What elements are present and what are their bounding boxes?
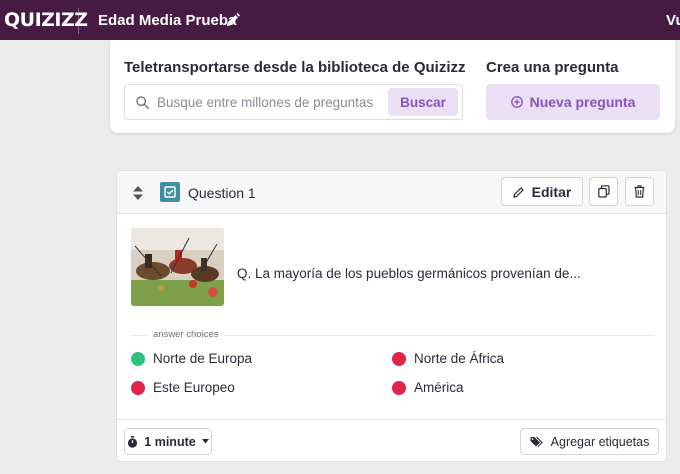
answer-option: América (392, 380, 464, 395)
pencil-icon (512, 186, 524, 198)
edit-label: Editar (531, 183, 572, 200)
answer-option-text: Norte de Europa (153, 351, 253, 366)
checkbox-icon (160, 182, 180, 202)
library-search-box: Buscar (124, 84, 463, 120)
divider (78, 8, 79, 34)
import-heading: Teletransportarse desde la biblioteca de… (124, 59, 466, 76)
time-limit-label: 1 minute (144, 434, 196, 449)
create-heading: Crea una pregunta (486, 59, 619, 76)
plus-circle-icon (510, 96, 523, 108)
question-text: Q. La mayoría de los pueblos germánicos … (237, 266, 581, 281)
add-tags-button[interactable]: Agregar etiquetas (520, 428, 659, 455)
quiz-title[interactable]: Edad Media Prueba (98, 12, 236, 29)
topbar-right-text[interactable]: Vu (666, 12, 680, 29)
stopwatch-icon (128, 435, 138, 448)
library-search-input[interactable] (157, 85, 382, 119)
answer-option: Norte de Europa (131, 351, 252, 366)
search-icon (136, 96, 149, 109)
new-question-label: Nueva pregunta (529, 94, 636, 110)
answer-option-text: América (414, 380, 464, 395)
question-image[interactable] (131, 228, 224, 306)
top-bar: QUIZIZZ Edad Media Prueba Vu (0, 0, 680, 40)
add-question-panel: Teletransportarse desde la biblioteca de… (110, 40, 675, 133)
time-limit-dropdown[interactable]: 1 minute (124, 428, 212, 455)
delete-button[interactable] (625, 177, 654, 206)
incorrect-indicator (131, 380, 145, 395)
caret-down-icon (201, 439, 209, 444)
incorrect-indicator (392, 351, 406, 366)
duplicate-button[interactable] (589, 177, 618, 206)
answer-option-text: Norte de África (414, 351, 505, 366)
answer-option: Norte de África (392, 351, 504, 366)
question-number-label: Question 1 (188, 185, 256, 201)
question-card-header: Question 1 Editar (117, 171, 666, 214)
answer-option-text: Este Europeo (153, 380, 235, 395)
tag-icon (530, 436, 543, 447)
add-tags-label: Agregar etiquetas (550, 434, 650, 449)
copy-icon (597, 185, 610, 198)
pencil-icon[interactable] (226, 13, 240, 27)
question-card-footer: 1 minute Agregar etiquetas (117, 419, 666, 462)
answer-option: Este Europeo (131, 380, 235, 395)
drag-handle-icon[interactable] (133, 186, 143, 200)
trash-icon (634, 185, 645, 198)
search-button[interactable]: Buscar (388, 88, 458, 116)
new-question-button[interactable]: Nueva pregunta (486, 84, 660, 120)
edit-question-button[interactable]: Editar (501, 177, 583, 206)
incorrect-indicator (392, 380, 406, 395)
quizizz-logo[interactable]: QUIZIZZ (4, 9, 88, 31)
correct-indicator (131, 351, 145, 366)
question-card: Question 1 Editar Q. La mayoría de los p… (116, 170, 667, 462)
answer-choices-label: answer choices (147, 329, 225, 340)
